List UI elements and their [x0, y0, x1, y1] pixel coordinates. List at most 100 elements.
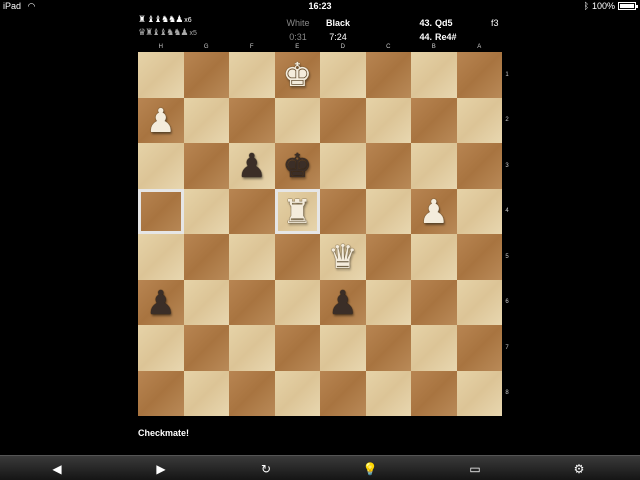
file-label: C — [386, 44, 391, 50]
square-d5[interactable]: ♛ — [320, 234, 366, 280]
move-row[interactable]: 43. Qd5 f3 — [414, 16, 521, 30]
square-f2[interactable] — [229, 97, 275, 143]
square-f7[interactable] — [229, 325, 275, 371]
square-e3[interactable]: ♚ — [274, 143, 321, 189]
black-pawn-icon[interactable]: ♟ — [229, 143, 275, 189]
square-d7[interactable] — [320, 325, 366, 371]
square-b7[interactable] — [411, 325, 457, 371]
square-f3[interactable]: ♟ — [229, 143, 275, 189]
status-right: ᛒ 100% — [583, 0, 638, 12]
square-a3[interactable] — [456, 143, 502, 189]
square-e4[interactable]: ♜ — [274, 188, 321, 235]
black-clock-label: Black — [325, 18, 351, 28]
square-g5[interactable] — [183, 234, 229, 280]
move-list[interactable]: 43. Qd5 f3 44. Re4# — [414, 16, 521, 44]
black-king-icon[interactable]: ♚ — [275, 143, 321, 189]
square-f8[interactable] — [229, 370, 275, 416]
square-c8[interactable] — [365, 370, 411, 416]
square-a2[interactable] — [456, 97, 502, 143]
white-pawn-icon[interactable]: ♟ — [138, 98, 184, 144]
square-b3[interactable] — [411, 143, 457, 189]
square-h6[interactable]: ♟ — [138, 279, 184, 326]
captured-pieces: ♛♜♝♝♞♞ — [138, 28, 181, 38]
square-h1[interactable] — [138, 52, 184, 98]
square-a4[interactable] — [456, 188, 502, 234]
square-h8[interactable] — [138, 370, 184, 416]
square-e8[interactable] — [274, 370, 320, 416]
rank-label: 1 — [505, 71, 509, 78]
captured-pawn-icon: ♟ — [180, 28, 188, 38]
square-b5[interactable] — [411, 234, 457, 280]
rank-label: 8 — [505, 390, 509, 397]
file-labels: H G F E D C B A — [138, 42, 502, 52]
square-d2[interactable] — [320, 97, 366, 143]
board-grid[interactable]: ♚ ♟ ♟ ♚ ♜ ♟ ♛ ♟ ♟ — [138, 52, 502, 416]
white-king-icon[interactable]: ♚ — [275, 52, 321, 98]
square-g3[interactable] — [183, 143, 229, 189]
square-b4[interactable]: ♟ — [411, 188, 457, 235]
square-c6[interactable] — [365, 279, 411, 325]
back-icon[interactable]: ◀ — [45, 460, 69, 477]
square-b2[interactable] — [411, 97, 457, 143]
square-c7[interactable] — [365, 325, 411, 371]
black-pawn-icon[interactable]: ♟ — [138, 280, 184, 326]
square-h5[interactable] — [138, 234, 184, 280]
square-g4[interactable] — [183, 188, 229, 234]
battery-icon — [618, 2, 638, 10]
square-b6[interactable] — [411, 279, 457, 325]
square-d3[interactable] — [320, 143, 366, 189]
games-icon[interactable]: ▭ — [463, 460, 487, 477]
rank-label: 6 — [505, 299, 509, 306]
square-d1[interactable] — [320, 52, 366, 98]
square-e1[interactable]: ♚ — [274, 52, 321, 98]
square-c1[interactable] — [365, 52, 411, 98]
square-b8[interactable] — [411, 370, 457, 416]
square-a6[interactable] — [456, 279, 502, 325]
square-a5[interactable] — [456, 234, 502, 280]
square-c4[interactable] — [365, 188, 411, 234]
square-f1[interactable] — [229, 52, 275, 98]
square-h4[interactable] — [138, 188, 184, 234]
file-label: E — [295, 44, 300, 50]
square-d4[interactable] — [320, 188, 366, 234]
bluetooth-icon: ᛒ — [583, 1, 589, 11]
square-h2[interactable]: ♟ — [138, 97, 184, 144]
square-h3[interactable] — [138, 143, 184, 189]
square-e5[interactable] — [274, 234, 320, 280]
square-e6[interactable] — [274, 279, 320, 325]
settings-icon[interactable]: ⚙ — [567, 460, 591, 477]
battery-fill — [620, 4, 634, 8]
chess-board[interactable]: ♚ ♟ ♟ ♚ ♜ ♟ ♛ ♟ ♟ — [138, 52, 502, 416]
square-f4[interactable] — [229, 188, 275, 234]
square-c5[interactable] — [365, 234, 411, 280]
white-queen-icon[interactable]: ♛ — [320, 234, 366, 280]
captured-pawn-icon: ♟ — [175, 15, 183, 25]
forward-icon[interactable]: ▶ — [149, 460, 173, 477]
square-g8[interactable] — [183, 370, 229, 416]
square-c3[interactable] — [365, 143, 411, 189]
square-d6[interactable]: ♟ — [320, 279, 366, 326]
square-c2[interactable] — [365, 97, 411, 143]
square-h7[interactable] — [138, 325, 184, 371]
undo-icon[interactable]: ↻ — [254, 460, 278, 477]
square-e7[interactable] — [274, 325, 320, 371]
black-pawn-icon[interactable]: ♟ — [320, 280, 366, 326]
hint-icon[interactable]: 💡 — [358, 460, 382, 477]
file-label: H — [158, 44, 163, 50]
white-rook-icon[interactable]: ♜ — [275, 189, 321, 235]
square-b1[interactable] — [411, 52, 457, 98]
white-pawn-icon[interactable]: ♟ — [411, 189, 457, 235]
square-f5[interactable] — [229, 234, 275, 280]
square-g6[interactable] — [183, 279, 229, 325]
square-a8[interactable] — [456, 370, 502, 416]
square-g7[interactable] — [183, 325, 229, 371]
file-label: G — [203, 44, 209, 50]
captured-by-white: ♜ ♝♝♞♞♟ x6 — [138, 15, 192, 26]
square-e2[interactable] — [274, 97, 320, 143]
square-a7[interactable] — [456, 325, 502, 371]
square-g2[interactable] — [183, 97, 229, 143]
square-g1[interactable] — [183, 52, 229, 98]
square-f6[interactable] — [229, 279, 275, 325]
square-a1[interactable] — [456, 52, 502, 98]
square-d8[interactable] — [320, 370, 366, 416]
